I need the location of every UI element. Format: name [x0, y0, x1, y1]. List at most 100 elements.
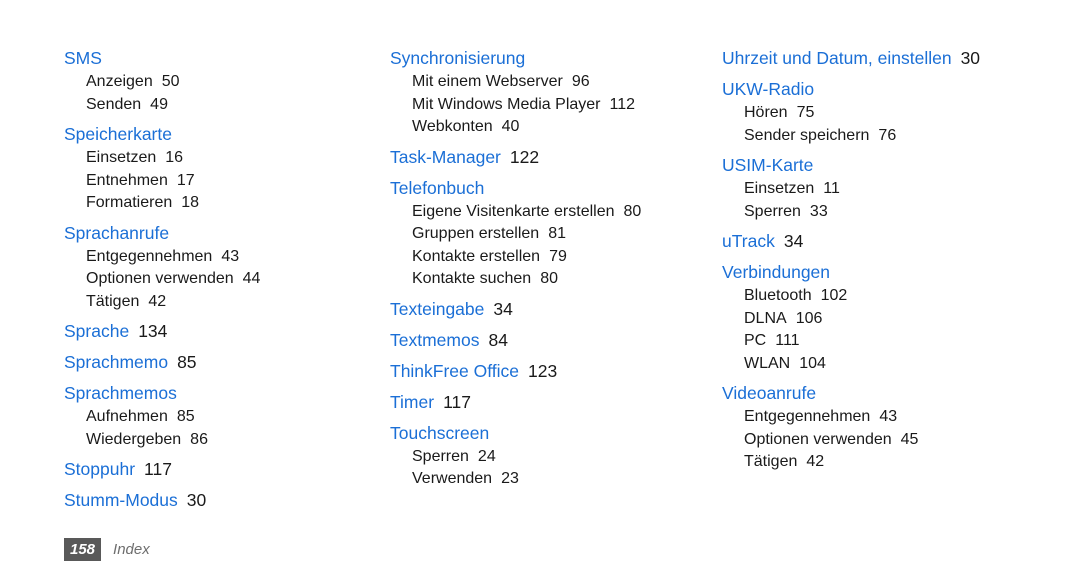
index-subitem[interactable]: Webkonten 40	[390, 116, 690, 139]
index-column-3: Uhrzeit und Datum, einstellen 30 UKW-Radio…	[722, 46, 1042, 474]
index-subitem[interactable]: Sperren 33	[722, 201, 1042, 224]
index-entry-page: 123	[528, 360, 558, 381]
index-page: SMS Anzeigen 50 Senden 49 Speicherkarte Einset…	[0, 0, 1080, 586]
index-subitem[interactable]: PC 111	[722, 330, 1042, 353]
index-entry-heading[interactable]: SMS	[64, 46, 364, 71]
index-entry-heading[interactable]: Telefonbuch	[390, 176, 690, 201]
index-subitem[interactable]: Entgegennehmen 43	[722, 406, 1042, 429]
index-entry-heading[interactable]: Touchscreen	[390, 421, 690, 446]
index-entry-heading[interactable]: Sprachmemo 85	[64, 350, 364, 375]
index-subitem-term: Eigene Visitenkarte erstellen	[412, 202, 615, 220]
index-subitem[interactable]: Senden 49	[64, 94, 364, 117]
index-subitem-term: WLAN	[744, 354, 791, 372]
index-entry-heading[interactable]: Verbindungen	[722, 260, 1042, 285]
index-subitem-term: Verwenden	[412, 470, 493, 487]
index-subitem[interactable]: Einsetzen 16	[64, 147, 364, 170]
index-entry: Telefonbuch Eigene Visitenkarte erstellen…	[390, 176, 690, 291]
index-subitem-page: 24	[477, 447, 496, 465]
index-subitem-page: 11	[823, 180, 840, 197]
index-entry: Textmemos 84	[390, 328, 690, 353]
index-entry-heading[interactable]: Task-Manager 122	[390, 145, 690, 170]
index-entry-heading[interactable]: Videoanrufe	[722, 381, 1042, 406]
index-subitem-page: 33	[809, 202, 828, 220]
index-subitem-page: 75	[796, 104, 815, 121]
index-entry-page: 34	[783, 231, 804, 251]
index-subitem-term: Mit Windows Media Player	[412, 95, 601, 113]
index-subitem-term: Sender speichern	[744, 126, 870, 144]
index-subitem[interactable]: Eigene Visitenkarte erstellen 80	[390, 201, 690, 224]
index-subitem-term: Kontakte suchen	[412, 270, 532, 287]
index-subitem-term: Hören	[744, 104, 788, 121]
index-subitem[interactable]: Gruppen erstellen 81	[390, 223, 690, 246]
index-entry-term: SMS	[64, 48, 102, 68]
index-subitem[interactable]: Bluetooth 102	[722, 285, 1042, 308]
index-entry-term: Textmemos	[390, 329, 480, 350]
index-subitem[interactable]: Sender speichern 76	[722, 125, 1042, 148]
index-subitem-page: 80	[623, 202, 642, 220]
index-subitem[interactable]: WLAN 104	[722, 353, 1042, 376]
index-subitem[interactable]: Mit einem Webserver 96	[390, 71, 690, 94]
index-subitem-page: 112	[609, 95, 636, 113]
index-subitem[interactable]: Verwenden 23	[390, 468, 690, 491]
index-subitem-page: 44	[242, 270, 261, 287]
index-subitem-term: Webkonten	[412, 118, 493, 135]
index-entry-term: USIM-Karte	[722, 155, 814, 175]
index-entry-heading[interactable]: USIM-Karte	[722, 153, 1042, 178]
index-entry-term: Telefonbuch	[390, 177, 485, 198]
index-subitem-list: Entgegennehmen 43 Optionen verwenden 44 Täti…	[64, 246, 364, 314]
index-subitem[interactable]: Anzeigen 50	[64, 71, 364, 94]
index-entry-heading[interactable]: Sprache 134	[64, 319, 364, 344]
index-subitem-term: Entgegennehmen	[744, 408, 871, 425]
index-subitem-term: Entnehmen	[86, 171, 168, 189]
index-subitem-list: Eigene Visitenkarte erstellen 80 Gruppen e…	[390, 201, 690, 291]
index-subitem-term: Sperren	[744, 202, 801, 220]
index-subitem[interactable]: Optionen verwenden 44	[64, 268, 364, 291]
index-subitem[interactable]: DLNA 106	[722, 308, 1042, 331]
index-subitem[interactable]: Hören 75	[722, 102, 1042, 125]
index-subitem-term: Senden	[86, 95, 142, 113]
index-entry-heading[interactable]: ThinkFree Office 123	[390, 359, 690, 384]
index-entry-heading[interactable]: Texteingabe 34	[390, 297, 690, 322]
index-subitem-term: Gruppen erstellen	[412, 225, 540, 242]
index-subitem-page: 86	[190, 430, 208, 448]
index-subitem[interactable]: Tätigen 42	[64, 291, 364, 314]
index-entry: Sprache 134	[64, 319, 364, 344]
index-subitem[interactable]: Mit Windows Media Player 112	[390, 94, 690, 117]
index-entry-heading[interactable]: Speicherkarte	[64, 122, 364, 147]
index-subitem[interactable]: Wiedergeben 86	[64, 429, 364, 452]
index-entry-heading[interactable]: Timer 117	[390, 390, 690, 415]
index-subitem-page: 96	[571, 73, 590, 90]
index-subitem[interactable]: Entgegennehmen 43	[64, 246, 364, 269]
index-entry-term: Sprachmemos	[64, 383, 177, 403]
index-subitem-page: 106	[795, 309, 823, 327]
index-entry-heading[interactable]: Uhrzeit und Datum, einstellen 30	[722, 46, 1042, 71]
index-entry-page: 117	[144, 459, 172, 479]
index-entry-heading[interactable]: Synchronisierung	[390, 46, 690, 71]
index-entry-heading[interactable]: Stoppuhr 117	[64, 457, 364, 482]
index-subitem[interactable]: Kontakte suchen 80	[390, 268, 690, 291]
index-subitem[interactable]: Sperren 24	[390, 446, 690, 469]
index-entry: Videoanrufe Entgegennehmen 43 Optionen verw…	[722, 381, 1042, 474]
index-subitem[interactable]: Aufnehmen 85	[64, 406, 364, 429]
index-entry-term: Timer	[390, 391, 435, 412]
index-entry-heading[interactable]: Sprachmemos	[64, 381, 364, 406]
index-subitem-term: Anzeigen	[86, 73, 153, 90]
index-subitem-term: Bluetooth	[744, 287, 812, 304]
index-subitem[interactable]: Einsetzen 11	[722, 178, 1042, 201]
index-entry-heading[interactable]: UKW-Radio	[722, 77, 1042, 102]
index-entry-page: 30	[960, 48, 981, 68]
index-subitem-page: 17	[176, 171, 195, 189]
index-entry-heading[interactable]: Stumm-Modus 30	[64, 488, 364, 513]
index-entry-heading[interactable]: Textmemos 84	[390, 328, 690, 353]
index-subitem-page: 42	[148, 292, 167, 310]
index-subitem[interactable]: Kontakte erstellen 79	[390, 246, 690, 269]
index-subitem-page: 49	[150, 95, 168, 113]
index-entry-heading[interactable]: uTrack 34	[722, 229, 1042, 254]
index-subitem[interactable]: Optionen verwenden 45	[722, 429, 1042, 452]
index-entry: Sprachmemo 85	[64, 350, 364, 375]
index-subitem-list: Hören 75 Sender speichern 76	[722, 102, 1042, 147]
index-entry-heading[interactable]: Sprachanrufe	[64, 221, 364, 246]
index-subitem[interactable]: Tätigen 42	[722, 451, 1042, 474]
index-subitem[interactable]: Entnehmen 17	[64, 170, 364, 193]
index-subitem[interactable]: Formatieren 18	[64, 192, 364, 215]
